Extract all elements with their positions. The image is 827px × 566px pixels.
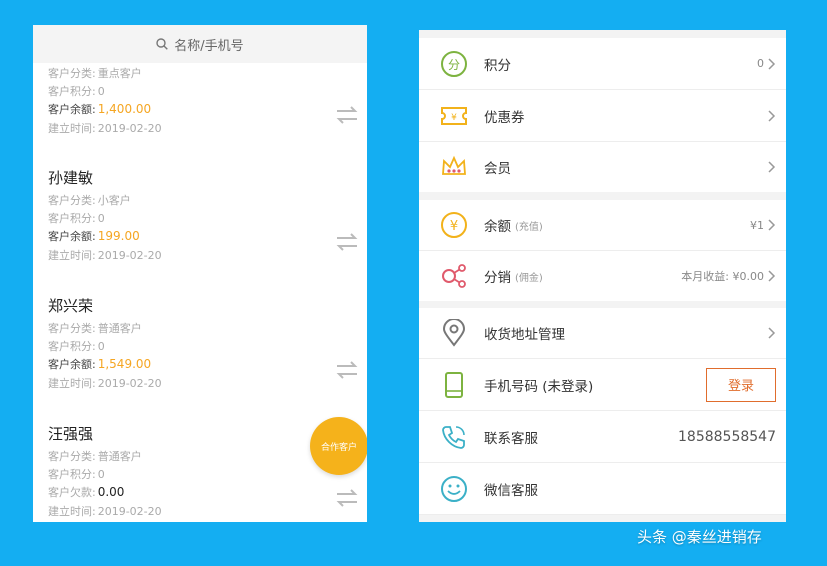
smiley-icon <box>440 475 468 503</box>
watermark: 头条 @秦丝进销存 <box>637 528 762 546</box>
fab-label: 合作客户 <box>320 442 357 453</box>
service-phone-number[interactable]: 18588558547 <box>678 429 776 445</box>
points-value: 0 <box>757 57 764 70</box>
chevron-right-icon <box>768 109 776 122</box>
chevron-right-icon <box>768 57 776 70</box>
distribution-label: 分销 <box>484 270 511 286</box>
swap-arrows-icon[interactable] <box>335 232 359 252</box>
member-row[interactable]: 会员 <box>419 142 786 192</box>
swap-arrows-icon[interactable] <box>335 105 359 125</box>
distribution-row[interactable]: 分销 (佣金) 本月收益: ¥0.00 <box>419 251 786 301</box>
wechat-service-label: 微信客服 <box>484 482 538 499</box>
address-label: 收货地址管理 <box>484 327 565 343</box>
contact-service-label: 联系客服 <box>484 430 538 447</box>
balance-label: 余额 <box>484 219 511 235</box>
customer-balance: 客户欠款: 0.00 <box>48 485 125 499</box>
address-row[interactable]: 收货地址管理 <box>419 308 786 359</box>
balance-sub: (充值) <box>515 221 543 233</box>
swap-arrows-icon[interactable] <box>335 360 359 380</box>
customer-card[interactable]: 客户分类: 重点客户 客户积分: 0 客户余额: 1,400.00 建立时间: 2019… <box>33 63 367 153</box>
chevron-right-icon <box>768 161 776 173</box>
customer-card[interactable]: 郑兴荣 客户分类: 普通客户 客户积分: 0 客户余额: 1,549.00 建立时间:… <box>33 280 367 409</box>
customer-name: 孙建敏 <box>48 169 94 187</box>
points-icon: 分 <box>440 50 468 78</box>
member-label: 会员 <box>484 161 511 177</box>
coupon-icon: ¥ <box>440 102 468 130</box>
customer-balance: 客户余额: 1,549.00 <box>48 357 152 371</box>
svg-text:分: 分 <box>448 58 460 72</box>
svg-text:¥: ¥ <box>450 219 458 234</box>
wechat-service-row[interactable]: 微信客服 <box>419 463 786 515</box>
phone-row: 手机号码 (未登录) 登录 <box>419 359 786 411</box>
crown-icon <box>440 153 468 181</box>
share-nodes-icon <box>440 262 468 290</box>
customer-balance: 客户余额: 1,400.00 <box>48 102 152 116</box>
customer-category: 客户分类: 重点客户 <box>48 67 142 80</box>
balance-row[interactable]: ¥ 余额 (充值) ¥1 <box>419 200 786 251</box>
coupons-row[interactable]: ¥ 优惠券 <box>419 90 786 142</box>
balance-value: ¥1 <box>750 218 764 232</box>
search-placeholder: 名称/手机号 <box>174 38 244 54</box>
customer-points: 客户积分: 0 <box>48 340 105 353</box>
distribution-sub: (佣金) <box>515 272 543 284</box>
svg-text:¥: ¥ <box>451 113 457 123</box>
customer-category: 客户分类: 普通客户 <box>48 322 142 335</box>
customer-card[interactable]: 孙建敏 客户分类: 小客户 客户积分: 0 客户余额: 199.00 建立时间: 201… <box>33 152 367 281</box>
phone-label: 手机号码 (未登录) <box>484 378 594 395</box>
customer-category: 客户分类: 普通客户 <box>48 450 142 463</box>
customer-category: 客户分类: 小客户 <box>48 194 131 207</box>
search-icon <box>156 38 169 50</box>
chevron-right-icon <box>768 219 776 231</box>
points-label: 积分 <box>484 57 511 74</box>
customer-created: 建立时间: 2019-02-20 <box>48 377 162 390</box>
customer-name: 郑兴荣 <box>48 297 94 315</box>
contact-service-row[interactable]: 联系客服 18588558547 <box>419 411 786 463</box>
customer-name: 汪强强 <box>48 425 94 443</box>
customer-points: 客户积分: 0 <box>48 468 105 481</box>
yuan-coin-icon: ¥ <box>440 211 468 239</box>
customer-points: 客户积分: 0 <box>48 212 105 225</box>
swap-arrows-icon[interactable] <box>335 488 359 508</box>
customer-balance: 客户余额: 199.00 <box>48 229 140 243</box>
cooperation-customer-fab[interactable]: 合作客户 <box>310 417 367 475</box>
customer-list-panel: 名称/手机号 客户分类: 重点客户 客户积分: 0 客户余额: 1,400.00 建立… <box>33 25 367 522</box>
customer-created: 建立时间: 2019-02-20 <box>48 249 162 262</box>
login-button[interactable]: 登录 <box>706 367 776 402</box>
coupons-label: 优惠券 <box>484 109 525 126</box>
search-bar[interactable]: 名称/手机号 <box>33 25 367 63</box>
phone-call-icon <box>440 423 468 451</box>
chevron-right-icon <box>768 327 776 339</box>
member-menu-panel: 分 积分 0 ¥ 优惠券 会员 ¥ 余额 (充值) ¥1 分销 (佣金) 本月收… <box>419 30 786 522</box>
points-row[interactable]: 分 积分 0 <box>419 38 786 90</box>
location-pin-icon <box>440 319 468 347</box>
distribution-value: 本月收益: ¥0.00 <box>681 270 764 283</box>
customer-created: 建立时间: 2019-02-20 <box>48 505 162 518</box>
customer-points: 客户积分: 0 <box>48 85 105 98</box>
customer-created: 建立时间: 2019-02-20 <box>48 122 162 135</box>
mobile-phone-icon <box>440 371 468 399</box>
chevron-right-icon <box>768 270 776 282</box>
